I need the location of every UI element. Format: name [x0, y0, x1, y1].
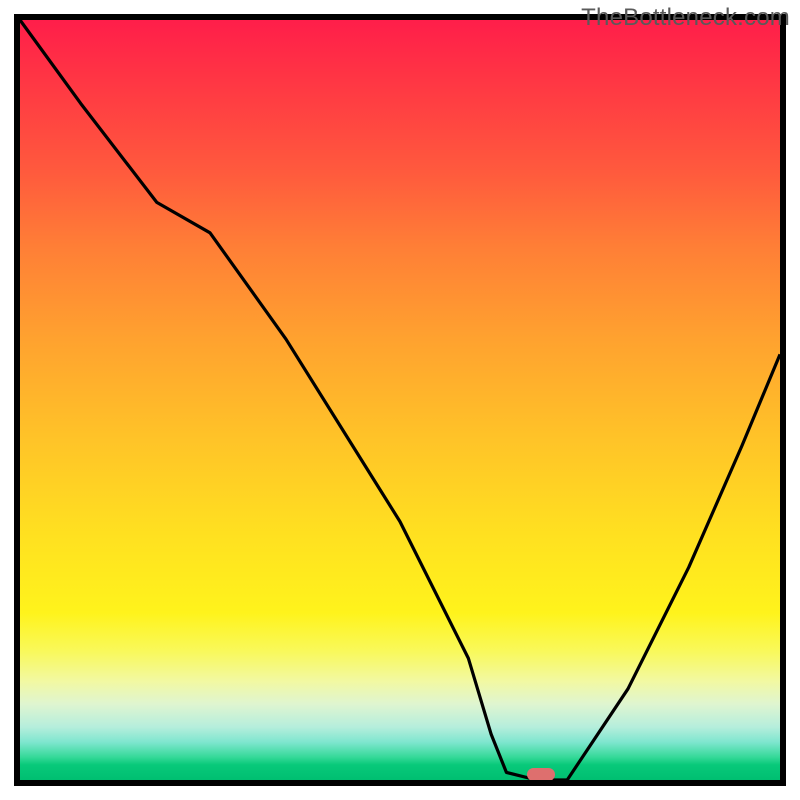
optimal-marker — [527, 768, 555, 781]
plot-area — [14, 14, 786, 786]
watermark-text: TheBottleneck.com — [581, 4, 790, 32]
figure: TheBottleneck.com — [0, 0, 800, 800]
background-gradient — [20, 20, 780, 780]
